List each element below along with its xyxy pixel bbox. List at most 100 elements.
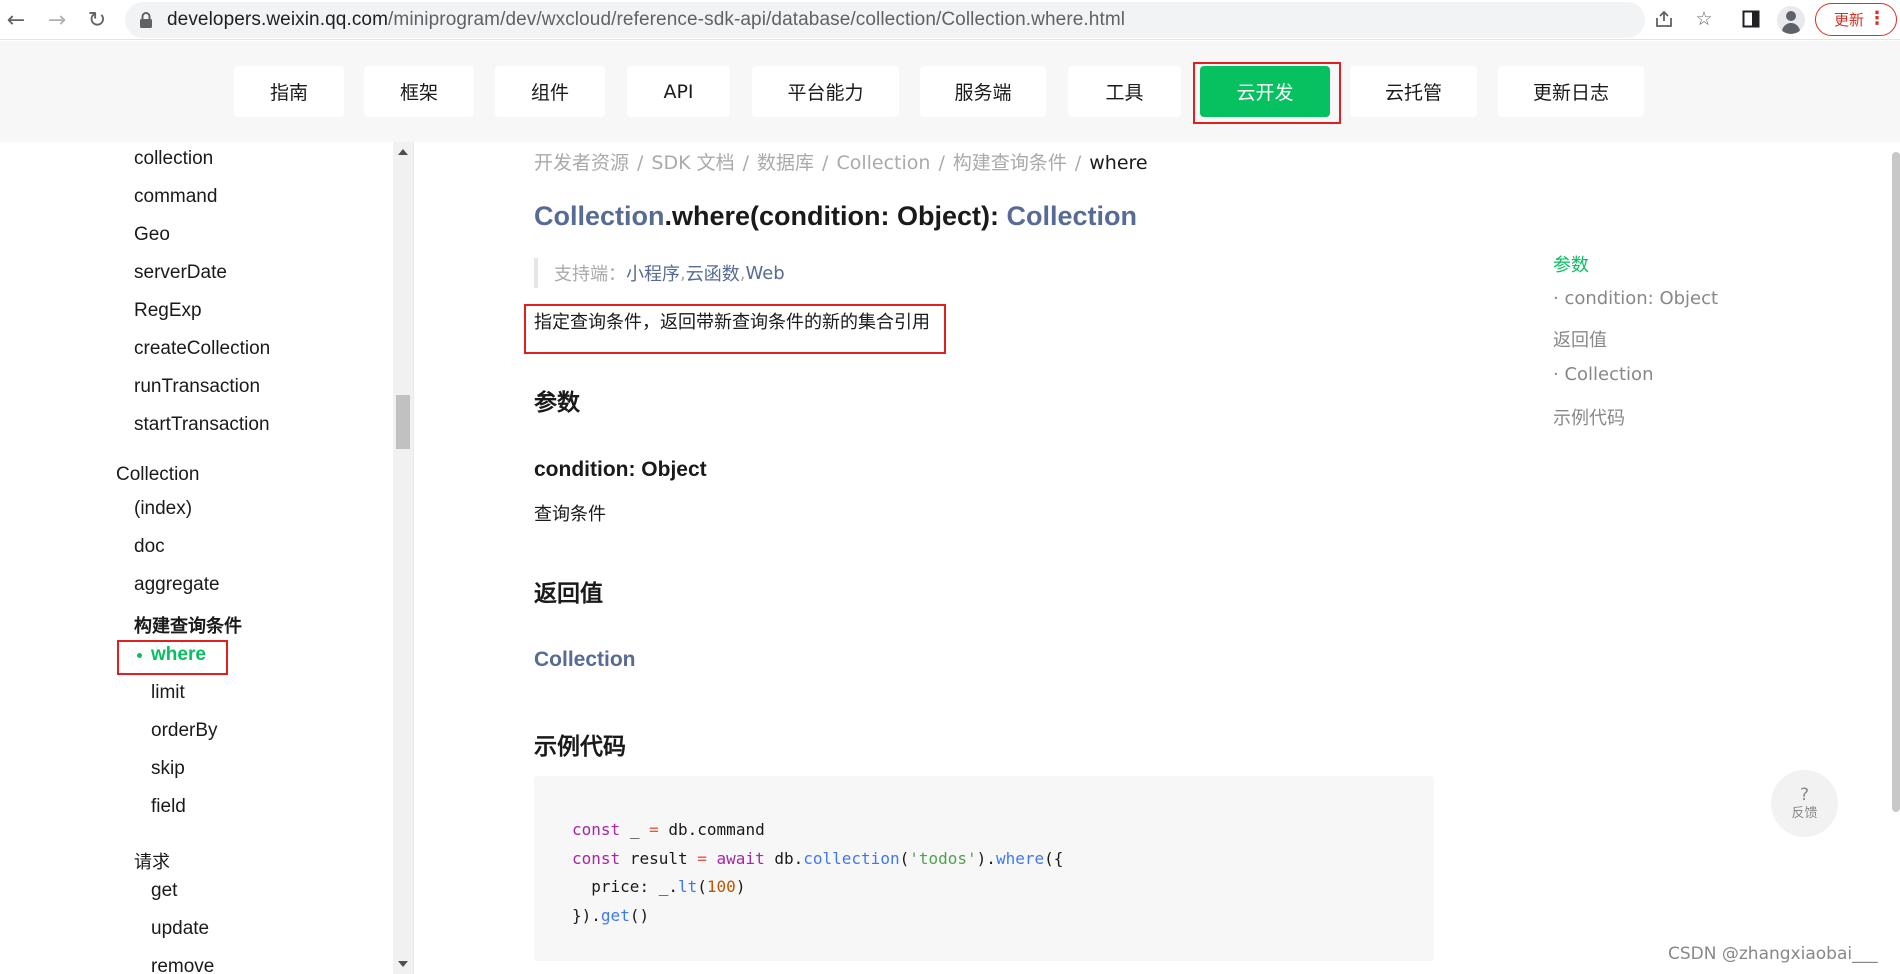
scroll-down-icon[interactable]	[398, 961, 408, 967]
breadcrumb-item[interactable]: 构建查询条件	[953, 152, 1067, 174]
sidebar: collection command Geo serverDate RegExp…	[0, 142, 395, 974]
sidebar-item-collection-lower[interactable]: collection	[134, 148, 213, 170]
tab-label: 组件	[530, 82, 569, 104]
watermark: CSDN @zhangxiaobai___	[1668, 944, 1878, 964]
params-heading: 参数	[534, 390, 580, 416]
sidebar-scroll-thumb[interactable]	[396, 395, 410, 449]
param-description: 查询条件	[534, 504, 606, 525]
return-type-link[interactable]: Collection	[534, 648, 636, 672]
code-line: }).get()	[572, 905, 650, 925]
code-example: const _ = db.command const result = await…	[534, 776, 1434, 961]
platform-web-link[interactable]: Web	[745, 263, 784, 284]
page-title: Collection.where(condition: Object): Col…	[534, 201, 1137, 232]
sidebar-scrollbar[interactable]	[393, 142, 413, 974]
page-scroll-thumb[interactable]	[1892, 152, 1900, 812]
highlight-box-cloud-tab	[1193, 62, 1341, 124]
sidebar-item-geo[interactable]: Geo	[134, 224, 170, 246]
page-scrollbar[interactable]	[1890, 142, 1900, 974]
tab-label: 服务端	[954, 82, 1012, 104]
side-panel-icon[interactable]	[1737, 5, 1765, 33]
back-arrow-icon[interactable]: ←	[2, 6, 30, 34]
toc-item-params[interactable]: 参数	[1553, 251, 1589, 277]
breadcrumb-separator: /	[742, 152, 750, 174]
share-icon[interactable]	[1650, 5, 1678, 33]
tab-guide[interactable]: 指南	[234, 66, 344, 117]
scroll-up-icon[interactable]	[398, 149, 408, 155]
tab-framework[interactable]: 框架	[364, 66, 474, 117]
tab-cloud-hosting[interactable]: 云托管	[1350, 66, 1477, 117]
sidebar-item-serverdate[interactable]: serverDate	[134, 262, 227, 284]
return-heading: 返回值	[534, 581, 603, 607]
tab-label: 指南	[269, 82, 308, 104]
sidebar-group-request[interactable]: 请求	[134, 848, 170, 874]
breadcrumb-separator: /	[637, 152, 644, 174]
title-method: .where(condition: Object):	[664, 201, 1007, 231]
bookmark-star-icon[interactable]: ☆	[1690, 5, 1718, 33]
tab-label: API	[663, 80, 694, 103]
address-bar[interactable]: developers.weixin.qq.com/miniprogram/dev…	[125, 2, 1645, 38]
lock-icon	[140, 12, 152, 28]
tab-platform-capabilities[interactable]: 平台能力	[752, 66, 899, 117]
breadcrumb-separator: /	[1074, 152, 1082, 174]
platform-miniprogram-link[interactable]: 小程序	[626, 260, 680, 286]
sidebar-group-collection[interactable]: Collection	[116, 464, 199, 486]
sidebar-item-doc[interactable]: doc	[134, 536, 165, 558]
highlight-box-description	[524, 304, 946, 354]
toc-item-example[interactable]: 示例代码	[1553, 404, 1625, 430]
profile-avatar-icon[interactable]	[1777, 6, 1805, 34]
forward-arrow-icon[interactable]: →	[43, 6, 71, 34]
toc-item-return[interactable]: 返回值	[1553, 326, 1607, 352]
title-class-link[interactable]: Collection	[534, 201, 665, 231]
feedback-label: 反馈	[1791, 805, 1818, 821]
tab-tools[interactable]: 工具	[1068, 66, 1181, 117]
tab-label: 框架	[399, 82, 438, 104]
tab-changelog[interactable]: 更新日志	[1498, 66, 1644, 117]
platform-cloud-function-link[interactable]: 云函数	[686, 260, 740, 286]
support-label: 支持端：	[554, 264, 626, 285]
sidebar-item-update[interactable]: update	[151, 918, 209, 940]
sidebar-item-runtransaction[interactable]: runTransaction	[134, 376, 260, 398]
sidebar-item-get[interactable]: get	[151, 880, 177, 902]
sidebar-item-command[interactable]: command	[134, 186, 217, 208]
url-host: developers.weixin.qq.com	[167, 9, 389, 30]
browser-update-label: 更新	[1834, 11, 1865, 29]
tab-label: 更新日志	[1532, 82, 1609, 104]
tab-components[interactable]: 组件	[495, 66, 605, 117]
code-line: const result = await db.collection('todo…	[572, 848, 1064, 868]
sidebar-group-build-query[interactable]: 构建查询条件	[134, 612, 242, 638]
tab-api[interactable]: API	[627, 66, 730, 117]
sidebar-divider	[413, 142, 414, 974]
title-return-link[interactable]: Collection	[1007, 201, 1138, 231]
toc-item-condition[interactable]: · condition: Object	[1553, 288, 1718, 309]
supported-platforms: 支持端： 小程序, 云函数, Web	[534, 258, 785, 288]
toc-item-collection[interactable]: · Collection	[1553, 364, 1653, 385]
example-heading: 示例代码	[534, 734, 626, 760]
breadcrumb-item[interactable]: 开发者资源	[534, 152, 629, 174]
url-path: /miniprogram/dev/wxcloud/reference-sdk-a…	[388, 9, 1126, 30]
breadcrumb-item[interactable]: Collection	[836, 152, 930, 174]
sidebar-item-starttransaction[interactable]: startTransaction	[134, 414, 270, 436]
tab-server[interactable]: 服务端	[920, 66, 1046, 117]
breadcrumb-current: where	[1089, 152, 1148, 174]
code-line: price: _.lt(100)	[591, 877, 746, 896]
breadcrumb: 开发者资源 / SDK 文档 / 数据库 / Collection / 构建查询条件 / where	[534, 148, 1148, 175]
param-name: condition: Object	[534, 458, 707, 481]
breadcrumb-item[interactable]: SDK 文档	[651, 152, 734, 174]
code-line: const _ = db.command	[572, 820, 765, 839]
sidebar-item-aggregate[interactable]: aggregate	[134, 574, 220, 596]
breadcrumb-item[interactable]: 数据库	[757, 152, 814, 174]
sidebar-item-field[interactable]: field	[151, 796, 186, 818]
browser-update-button[interactable]: 更新 ⋮	[1815, 3, 1897, 36]
browser-toolbar: ← → ↻ developers.weixin.qq.com/miniprogr…	[0, 0, 1900, 40]
sidebar-item-skip[interactable]: skip	[151, 758, 185, 780]
feedback-button[interactable]: ? 反馈	[1771, 770, 1838, 837]
tab-label: 平台能力	[787, 82, 864, 104]
sidebar-item-orderby[interactable]: orderBy	[151, 720, 218, 742]
sidebar-item-limit[interactable]: limit	[151, 682, 185, 704]
sidebar-item-index[interactable]: (index)	[134, 498, 192, 520]
sidebar-item-createcollection[interactable]: createCollection	[134, 338, 270, 360]
reload-icon[interactable]: ↻	[83, 6, 111, 34]
sidebar-item-regexp[interactable]: RegExp	[134, 300, 202, 322]
url-text: developers.weixin.qq.com/miniprogram/dev…	[167, 9, 1125, 31]
sidebar-item-remove[interactable]: remove	[151, 956, 214, 974]
